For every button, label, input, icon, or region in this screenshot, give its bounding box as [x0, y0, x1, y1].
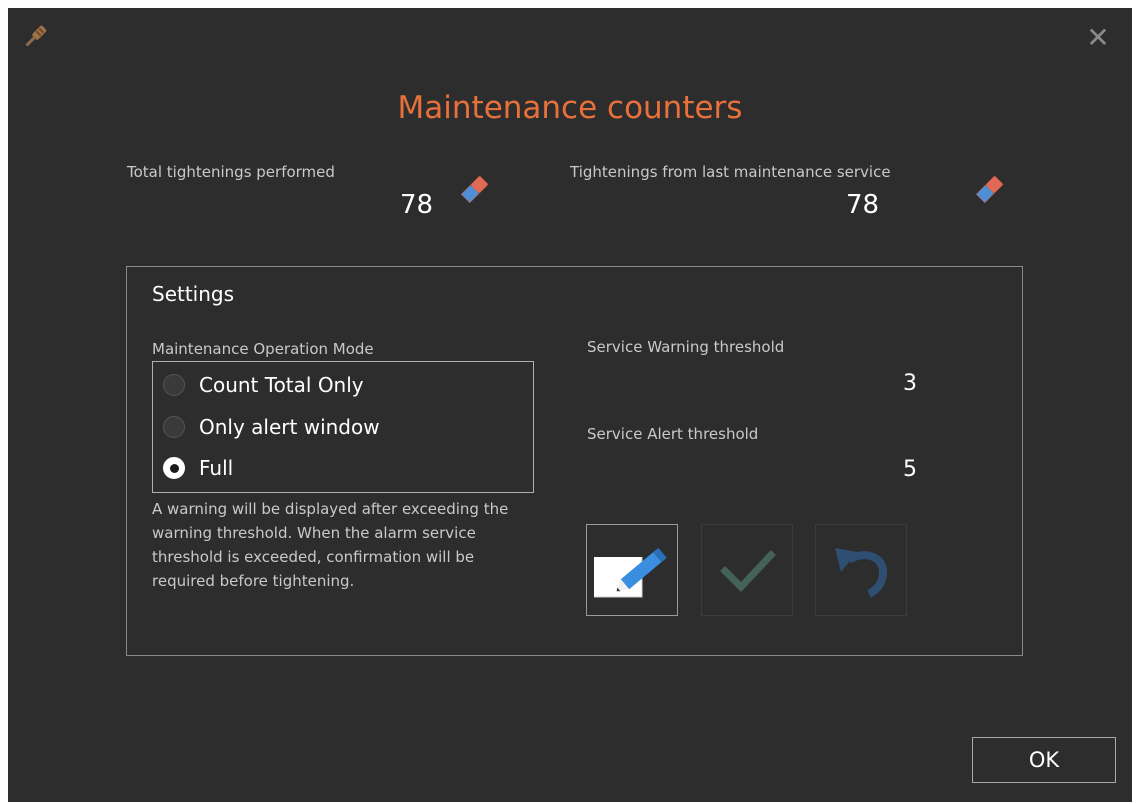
ok-button[interactable]: OK: [972, 737, 1116, 783]
operation-mode-radio-group: Count Total Only Only alert window Full: [152, 361, 534, 493]
radio-label: Full: [199, 456, 234, 480]
radio-label: Count Total Only: [199, 373, 364, 397]
reset-since-service-button[interactable]: [971, 172, 1007, 208]
close-button[interactable]: ✕: [1080, 20, 1116, 56]
radio-label: Only alert window: [199, 415, 380, 439]
total-tightenings-label: Total tightenings performed: [127, 163, 335, 181]
radio-button-icon: [163, 374, 185, 396]
eraser-icon: [975, 175, 1004, 204]
reset-total-button[interactable]: [456, 172, 492, 208]
radio-count-total-only[interactable]: Count Total Only: [163, 368, 364, 402]
total-tightenings-value: 78: [400, 190, 434, 220]
settings-title: Settings: [152, 282, 235, 306]
close-icon: ✕: [1086, 21, 1110, 54]
since-service-label: Tightenings from last maintenance servic…: [570, 163, 891, 181]
screwdriver-icon: [20, 22, 50, 52]
eraser-icon: [460, 175, 489, 204]
alert-threshold-label: Service Alert threshold: [587, 425, 759, 443]
dialog-title: Maintenance counters: [397, 90, 743, 126]
radio-full[interactable]: Full: [163, 451, 233, 485]
mode-help-text: A warning will be displayed after exceed…: [152, 500, 509, 590]
confirm-button[interactable]: [701, 524, 793, 616]
alert-threshold-value: 5: [903, 457, 917, 482]
warning-threshold-value: 3: [903, 371, 917, 396]
edit-thresholds-button[interactable]: [586, 524, 678, 616]
radio-only-alert-window[interactable]: Only alert window: [163, 410, 380, 444]
edit-pencil-icon: [594, 547, 667, 598]
radio-button-selected-icon: [163, 457, 185, 479]
undo-icon: [835, 548, 888, 598]
maintenance-dialog: ✕ Maintenance counters Total tightenings…: [8, 8, 1132, 802]
radio-button-icon: [163, 416, 185, 438]
since-service-value: 78: [846, 190, 880, 220]
operation-mode-label: Maintenance Operation Mode: [152, 340, 374, 358]
undo-button[interactable]: [815, 524, 907, 616]
checkmark-icon: [720, 550, 776, 593]
warning-threshold-label: Service Warning threshold: [587, 338, 785, 356]
settings-group: Settings Maintenance Operation Mode Coun…: [126, 266, 1023, 656]
